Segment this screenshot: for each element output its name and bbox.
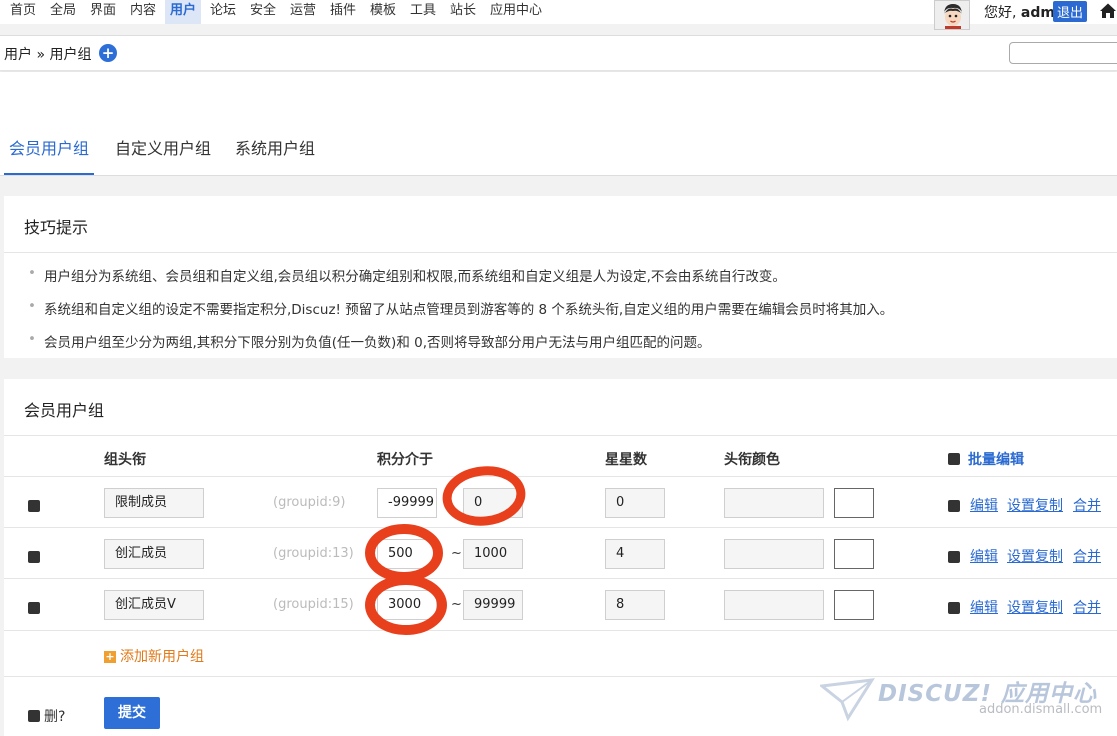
submit-button[interactable]: 提交: [104, 697, 160, 729]
tips-title: 技巧提示: [24, 218, 89, 237]
tab-divider: [0, 175, 1117, 176]
divider: [4, 630, 1117, 631]
greeting: 您好, adm: [984, 5, 1055, 21]
divider: [4, 476, 1117, 477]
title-color-input[interactable]: [724, 539, 824, 569]
divider: [4, 527, 1117, 528]
credits-low-input[interactable]: 3000: [377, 590, 437, 620]
tab-system-groups[interactable]: 系统用户组: [235, 128, 315, 176]
avatar-face-icon: [935, 1, 969, 29]
title-color-input[interactable]: [724, 488, 824, 518]
nav-content[interactable]: 内容: [125, 0, 161, 24]
breadcrumb: 用户 » 用户组: [4, 47, 92, 63]
avatar[interactable]: [934, 0, 970, 30]
tip-item: 用户组分为系统组、会员组和自定义组,会员组以积分确定组别和权限,而系统组和自定义…: [28, 265, 786, 285]
header-title-color: 头衔颜色: [724, 452, 780, 468]
header-stars: 星星数: [605, 452, 647, 468]
header-group-title: 组头衔: [104, 452, 146, 468]
delete-checkbox[interactable]: [28, 710, 40, 722]
row-batch-checkbox[interactable]: [948, 602, 960, 614]
range-separator: ~: [451, 597, 462, 612]
nav-tools[interactable]: 工具: [405, 0, 441, 24]
copy-settings-link[interactable]: 设置复制: [1007, 597, 1063, 617]
divider: [4, 578, 1117, 579]
copy-settings-link[interactable]: 设置复制: [1007, 495, 1063, 515]
group-id: (groupid:13): [273, 546, 354, 561]
row-checkbox[interactable]: [28, 602, 40, 614]
group-title-input[interactable]: 创汇成员V: [104, 590, 204, 620]
batch-edit-label[interactable]: 批量编辑: [968, 449, 1024, 469]
edit-link[interactable]: 编辑: [970, 495, 998, 515]
credits-high-input[interactable]: 1000: [463, 539, 523, 569]
tip-item: 会员用户组至少分为两组,其积分下限分别为负值(任一负数)和 0,否则将导致部分用…: [28, 331, 710, 351]
group-title-input[interactable]: 限制成员: [104, 488, 204, 518]
range-separator: ~: [451, 546, 462, 561]
merge-link[interactable]: 合并: [1073, 597, 1101, 617]
stars-input[interactable]: 0: [605, 488, 665, 518]
merge-link[interactable]: 合并: [1073, 546, 1101, 566]
credits-low-input[interactable]: -99999: [377, 488, 437, 518]
row-checkbox[interactable]: [28, 551, 40, 563]
row-batch-checkbox[interactable]: [948, 551, 960, 563]
add-group-link[interactable]: + 添加新用户组: [104, 646, 204, 666]
nav-plugins[interactable]: 插件: [325, 0, 361, 24]
stars-input[interactable]: 4: [605, 539, 665, 569]
top-navigation: 首页 全局 界面 内容 用户 论坛 安全 运营 插件 模板 工具 站长 应用中心…: [0, 0, 1117, 30]
group-title-input[interactable]: 创汇成员: [104, 539, 204, 569]
breadcrumb-bar: 用户 » 用户组 +: [0, 35, 1117, 71]
nav-forum[interactable]: 论坛: [205, 0, 241, 24]
group-id: (groupid:9): [273, 495, 346, 510]
logout-button[interactable]: 退出: [1053, 1, 1088, 22]
color-picker[interactable]: [834, 539, 874, 569]
merge-link[interactable]: 合并: [1073, 495, 1101, 515]
home-icon[interactable]: [1099, 2, 1117, 20]
divider: [4, 435, 1117, 436]
search-input[interactable]: [1009, 42, 1117, 64]
batch-edit-checkbox[interactable]: [948, 453, 960, 465]
row-checkbox[interactable]: [28, 500, 40, 512]
header-credits: 积分介于: [377, 452, 433, 468]
nav-templates[interactable]: 模板: [365, 0, 401, 24]
nav-global[interactable]: 全局: [45, 0, 81, 24]
add-icon: +: [104, 650, 116, 663]
color-picker[interactable]: [834, 590, 874, 620]
stars-input[interactable]: 8: [605, 590, 665, 620]
username: adm: [1020, 5, 1055, 21]
nav-interface[interactable]: 界面: [85, 0, 121, 24]
nav-operation[interactable]: 运营: [285, 0, 321, 24]
credits-low-input[interactable]: 500: [377, 539, 437, 569]
tip-item: 系统组和自定义组的设定不需要指定积分,Discuz! 预留了从站点管理员到游客等…: [28, 298, 893, 318]
group-id: (groupid:15): [273, 597, 354, 612]
nav-webmaster[interactable]: 站长: [445, 0, 481, 24]
edit-link[interactable]: 编辑: [970, 597, 998, 617]
color-picker[interactable]: [834, 488, 874, 518]
nav-app-center[interactable]: 应用中心: [485, 0, 547, 24]
tab-custom-groups[interactable]: 自定义用户组: [115, 128, 211, 176]
nav-users[interactable]: 用户: [165, 0, 202, 24]
tips-panel: 技巧提示 用户组分为系统组、会员组和自定义组,会员组以积分确定组别和权限,而系统…: [4, 196, 1117, 358]
delete-label: 删?: [44, 709, 66, 725]
add-shortcut-icon[interactable]: +: [99, 44, 117, 62]
nav-home[interactable]: 首页: [5, 0, 41, 24]
watermark-url: addon.dismall.com: [979, 702, 1103, 717]
nav-security[interactable]: 安全: [245, 0, 281, 24]
credits-high-input[interactable]: 99999: [463, 590, 523, 620]
title-color-input[interactable]: [724, 590, 824, 620]
credits-high-input[interactable]: 0: [463, 488, 523, 518]
groups-title: 会员用户组: [24, 401, 105, 420]
divider: [4, 252, 1117, 253]
copy-settings-link[interactable]: 设置复制: [1007, 546, 1063, 566]
edit-link[interactable]: 编辑: [970, 546, 998, 566]
row-batch-checkbox[interactable]: [948, 500, 960, 512]
tab-member-groups[interactable]: 会员用户组: [4, 128, 95, 176]
